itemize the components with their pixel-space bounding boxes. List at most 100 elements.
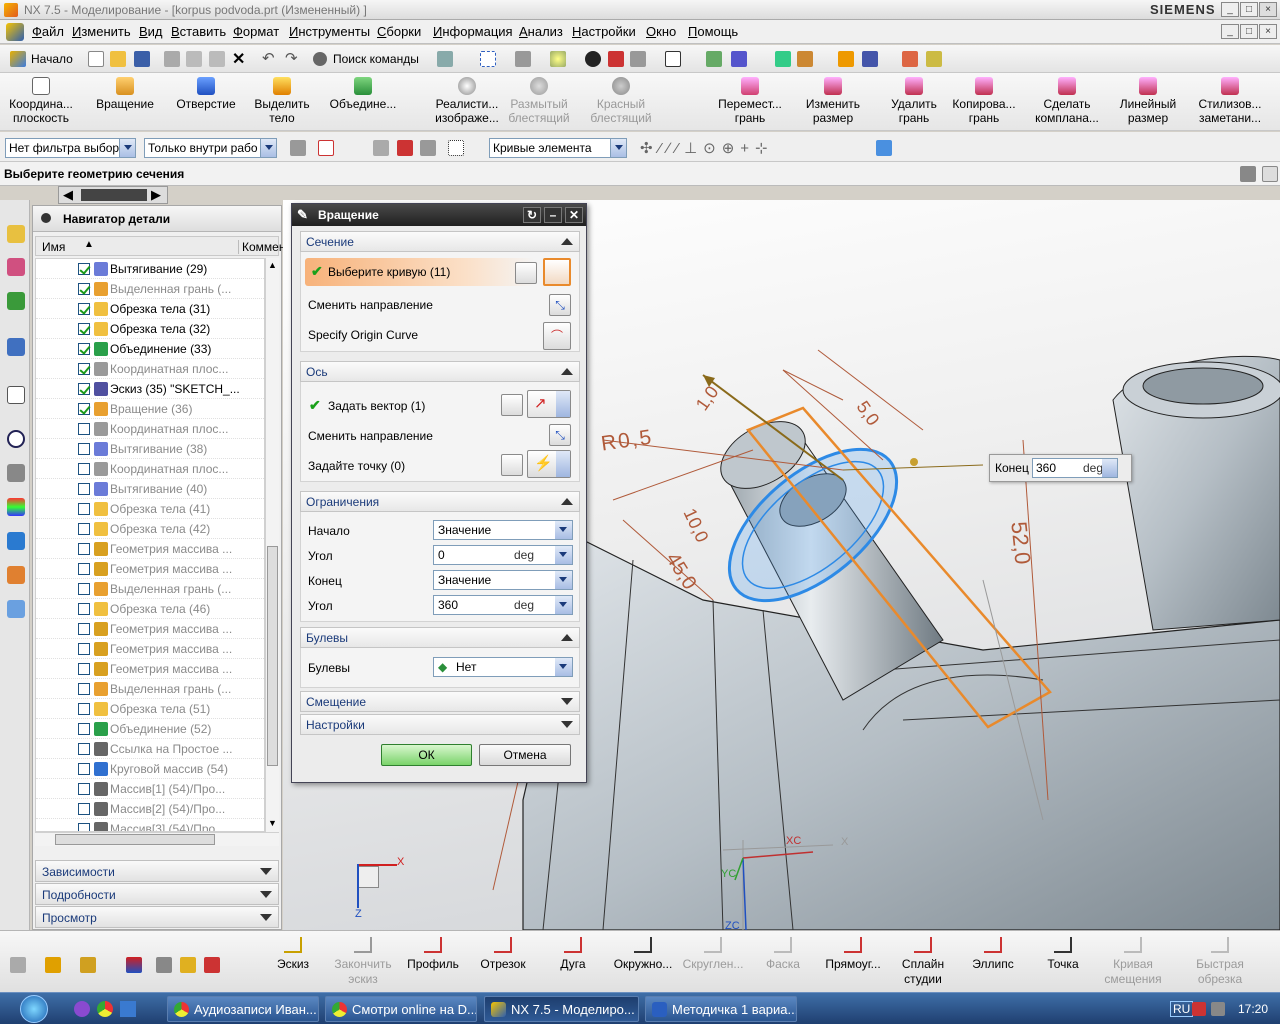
reverse-direction-icon[interactable]: ⤡ xyxy=(549,294,571,316)
chevron-right-icon[interactable]: ▶ xyxy=(151,187,161,203)
section-header-section[interactable]: Сечение xyxy=(300,231,580,252)
chevron-down-icon[interactable] xyxy=(556,391,570,417)
cube-red-icon[interactable] xyxy=(608,51,624,67)
palette-icon[interactable] xyxy=(7,498,25,516)
visibility-checkbox[interactable] xyxy=(78,663,90,675)
tree-row[interactable]: Выделенная грань (... xyxy=(36,579,264,599)
visibility-checkbox[interactable] xyxy=(78,443,90,455)
section-header-limits[interactable]: Ограничения xyxy=(300,491,580,512)
extract-body-button[interactable]: Выделить тело xyxy=(245,75,319,129)
box-select-icon[interactable] xyxy=(373,140,389,156)
tray-icon-1[interactable] xyxy=(1192,1002,1206,1016)
doc-minimize-icon[interactable]: _ xyxy=(1221,24,1239,39)
tree-row[interactable]: Вытягивание (29) xyxy=(36,259,264,279)
section-header-offset[interactable]: Смещение xyxy=(300,691,580,712)
maximize-icon[interactable]: □ xyxy=(1240,2,1258,17)
tree-row[interactable]: Геометрия массива ... xyxy=(36,539,264,559)
quicklaunch-icon-3[interactable] xyxy=(120,1001,136,1017)
section-header-axis[interactable]: Ось xyxy=(300,361,580,382)
web-browser-icon[interactable] xyxy=(7,338,25,356)
tree-row[interactable]: Обрезка тела (32) xyxy=(36,319,264,339)
paste-icon[interactable] xyxy=(209,51,225,67)
visibility-checkbox[interactable] xyxy=(78,263,90,275)
sketch-tool-button[interactable]: Эскиз xyxy=(256,935,330,991)
language-indicator[interactable]: RU xyxy=(1170,1001,1194,1017)
start-orb-icon[interactable] xyxy=(20,995,48,1023)
status-icon[interactable] xyxy=(1262,166,1278,182)
solid-body-icon[interactable] xyxy=(876,140,892,156)
quicklaunch-icon-1[interactable] xyxy=(74,1001,90,1017)
rect-select-icon[interactable] xyxy=(448,140,464,156)
tree-row[interactable]: Обрезка тела (41) xyxy=(36,499,264,519)
clock[interactable]: 17:20 xyxy=(1238,1002,1268,1016)
new-icon[interactable] xyxy=(88,51,104,67)
delete-icon[interactable]: ✕ xyxy=(232,49,245,69)
ruler-icon[interactable] xyxy=(926,51,942,67)
gear-icon[interactable] xyxy=(290,140,306,156)
assembly-navigator-icon[interactable] xyxy=(7,225,25,243)
tree-row[interactable]: Массив[3] (54)/Про... xyxy=(36,819,264,831)
visibility-checkbox[interactable] xyxy=(78,763,90,775)
pin-icon[interactable] xyxy=(41,213,51,223)
tree-row[interactable]: Круговой массив (54) xyxy=(36,759,264,779)
visibility-checkbox[interactable] xyxy=(78,403,90,415)
utility-icon-2[interactable] xyxy=(45,957,61,973)
nx-menu-icon[interactable] xyxy=(6,23,24,41)
visibility-checkbox[interactable] xyxy=(78,423,90,435)
vector-inferred-icon[interactable]: ↗ xyxy=(527,390,571,418)
menu-preferences[interactable]: Настройки xyxy=(572,24,636,39)
selection-scope-select[interactable]: Только внутри рабо xyxy=(144,138,277,158)
chevron-left-icon[interactable]: ◀ xyxy=(63,187,73,203)
command-search-button[interactable]: Поиск команды xyxy=(333,52,419,66)
selection-icon[interactable] xyxy=(437,51,453,67)
point-dialog-icon[interactable] xyxy=(501,454,523,476)
hscroll-thumb[interactable] xyxy=(55,834,215,845)
column-comment[interactable]: Коммен xyxy=(238,240,285,254)
task-word[interactable]: Методичка 1 вариа... xyxy=(645,996,797,1022)
frame-icon[interactable] xyxy=(665,51,681,67)
dimension-52[interactable]: 52,0 xyxy=(1005,520,1035,565)
history-icon[interactable] xyxy=(7,386,25,404)
scroller-thumb[interactable] xyxy=(81,189,147,201)
tree-row[interactable]: Обрезка тела (31) xyxy=(36,299,264,319)
cancel-button[interactable]: Отмена xyxy=(479,744,571,766)
revolve-button[interactable]: Вращение xyxy=(88,75,162,129)
tree-row[interactable]: Координатная плос... xyxy=(36,359,264,379)
visibility-checkbox[interactable] xyxy=(78,363,90,375)
sketch-tool-button[interactable]: Быстрая обрезка xyxy=(1183,935,1257,991)
tree-row[interactable]: Ссылка на Простое ... xyxy=(36,739,264,759)
tree-row[interactable]: Обрезка тела (42) xyxy=(36,519,264,539)
sketch-tool-button[interactable]: Эллипс xyxy=(956,935,1030,991)
chevron-down-icon[interactable] xyxy=(556,451,570,477)
tree-row[interactable]: Координатная плос... xyxy=(36,459,264,479)
tree-row[interactable]: Массив[2] (54)/Про... xyxy=(36,799,264,819)
tree-row[interactable]: Вытягивание (38) xyxy=(36,439,264,459)
tree-row[interactable]: Обрезка тела (46) xyxy=(36,599,264,619)
point-inferred-icon[interactable]: ⚡ xyxy=(527,450,571,478)
visibility-checkbox[interactable] xyxy=(78,623,90,635)
menu-assemblies[interactable]: Сборки xyxy=(377,24,421,39)
down-arrow-icon[interactable] xyxy=(555,546,572,564)
sketch-tool-button[interactable]: Фаска xyxy=(746,935,820,991)
orient-icon[interactable] xyxy=(797,51,813,67)
tree-row[interactable]: Эскиз (35) "SKETCH_... xyxy=(36,379,264,399)
visibility-checkbox[interactable] xyxy=(78,523,90,535)
column-name[interactable]: Имя xyxy=(42,240,65,254)
menu-format[interactable]: Формат xyxy=(233,24,279,39)
reset-icon[interactable]: ↻ xyxy=(523,207,541,223)
process-icon[interactable] xyxy=(7,532,25,550)
red-shiny-button[interactable]: Красный блестящий xyxy=(584,75,658,129)
tree-row[interactable]: Вытягивание (40) xyxy=(36,479,264,499)
visibility-checkbox[interactable] xyxy=(78,343,90,355)
sketch-tool-button[interactable]: Отрезок xyxy=(466,935,540,991)
vector-dialog-icon[interactable] xyxy=(501,394,523,416)
task-audio[interactable]: Аудиозаписи Иван... xyxy=(167,996,319,1022)
curve-rule-select[interactable]: Кривые элемента xyxy=(489,138,627,158)
section-header-boolean[interactable]: Булевы xyxy=(300,627,580,648)
scroll-thumb[interactable] xyxy=(267,546,278,766)
visibility-checkbox[interactable] xyxy=(78,803,90,815)
tree-row[interactable]: Массив[1] (54)/Про... xyxy=(36,779,264,799)
minimize-icon[interactable]: _ xyxy=(1221,2,1239,17)
start-type-select[interactable]: Значение xyxy=(433,520,573,540)
tree-row[interactable]: Геометрия массива ... xyxy=(36,619,264,639)
